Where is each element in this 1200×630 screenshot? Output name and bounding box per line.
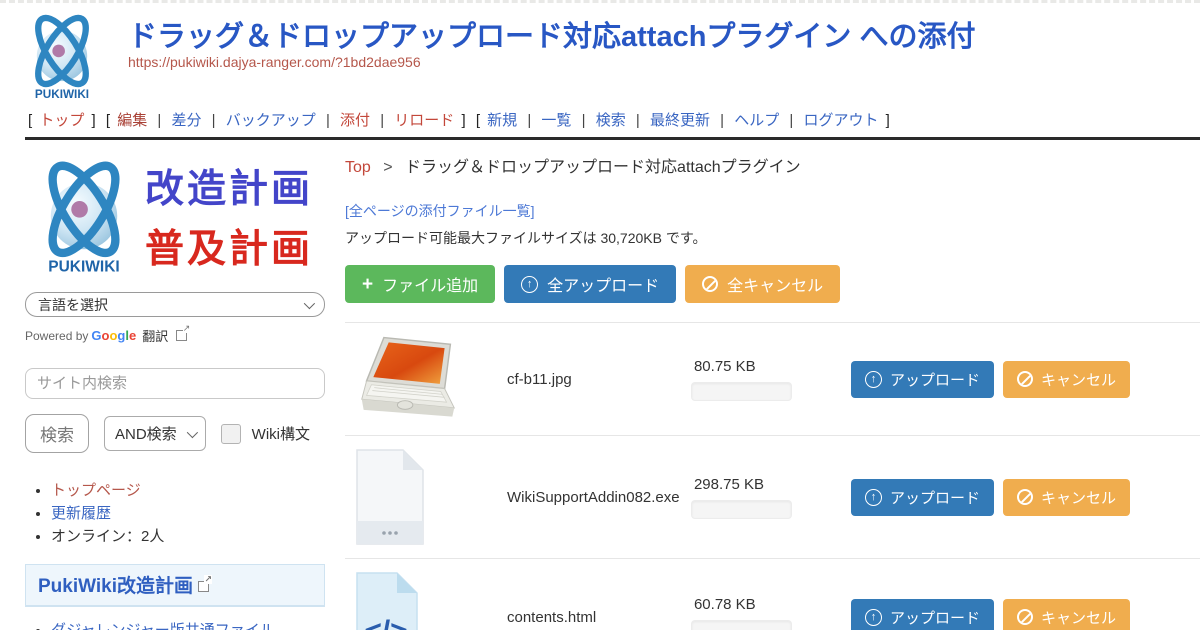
nav-edit[interactable]: 編集 xyxy=(117,112,147,129)
cancel-button[interactable]: キャンセル xyxy=(1003,599,1130,630)
chevron-down-icon xyxy=(304,297,315,308)
wiki-syntax-label: Wiki構文 xyxy=(252,423,310,444)
cancel-button[interactable]: キャンセル xyxy=(1003,361,1130,398)
language-select-value: 言語を選択 xyxy=(38,295,108,315)
ban-circle-icon xyxy=(1017,609,1033,625)
language-select[interactable]: 言語を選択 xyxy=(25,292,325,317)
site-search-input[interactable] xyxy=(25,368,325,399)
generic-file-icon xyxy=(355,448,425,546)
nav-logout[interactable]: ログアウト xyxy=(803,112,878,129)
upload-button[interactable]: アップロード xyxy=(851,599,994,630)
file-name: WikiSupportAddin082.exe xyxy=(505,489,691,506)
all-attachments-link[interactable]: [全ページの添付ファイル一覧] xyxy=(345,201,535,221)
breadcrumb-current-page: ドラッグ＆ドロップアップロード対応attachプラグイン xyxy=(405,159,801,176)
google-translate-attribution: Powered by Google 翻訳 xyxy=(25,326,331,345)
nav-list[interactable]: 一覧 xyxy=(541,112,571,129)
sidebar: 改造計画 普及計画 言語を選択 Powered by Google 翻訳 検索 … xyxy=(25,140,331,630)
nav-backup[interactable]: バックアップ xyxy=(226,112,316,129)
file-name: contents.html xyxy=(505,609,691,626)
ban-circle-icon xyxy=(702,276,718,292)
google-logo: Google xyxy=(91,328,136,343)
nav-help[interactable]: ヘルプ xyxy=(734,112,779,129)
pukiwiki-logo-icon[interactable] xyxy=(20,9,104,103)
html-code-file-icon: </> xyxy=(355,571,419,630)
upload-all-button[interactable]: 全アップロード xyxy=(504,265,676,303)
upload-circle-icon xyxy=(865,371,882,388)
upload-toolbar: ファイル追加 全アップロード 全キャンセル xyxy=(345,265,1200,303)
sidebar-banner[interactable]: 改造計画 普及計画 xyxy=(25,152,331,280)
file-size: 298.75 KB xyxy=(691,476,841,493)
ban-circle-icon xyxy=(1017,489,1033,505)
nav-search[interactable]: 検索 xyxy=(596,112,626,129)
laptop-photo-icon xyxy=(355,335,461,423)
search-mode-value: AND検索 xyxy=(115,423,177,444)
sidebar-section-title[interactable]: PukiWiki改造計画 xyxy=(25,564,325,607)
upload-progress-bar xyxy=(691,620,792,630)
file-row: WikiSupportAddin082.exe 298.75 KB アップロード… xyxy=(345,435,1200,558)
file-thumbnail xyxy=(355,448,505,546)
upload-progress-bar xyxy=(691,382,792,401)
header-text: ドラッグ＆ドロップアップロード対応attachプラグイン への添付 https:… xyxy=(128,9,975,72)
breadcrumb: Top > ドラッグ＆ドロップアップロード対応attachプラグイン xyxy=(345,153,1200,177)
nav-recent[interactable]: 最終更新 xyxy=(650,112,710,129)
ban-circle-icon xyxy=(1017,371,1033,387)
main-content: Top > ドラッグ＆ドロップアップロード対応attachプラグイン [全ページ… xyxy=(331,140,1200,630)
nav-diff[interactable]: 差分 xyxy=(171,112,201,129)
svg-text:</>: </> xyxy=(364,615,407,630)
page-title: ドラッグ＆ドロップアップロード対応attachプラグイン への添付 xyxy=(128,21,975,54)
banner-fukyu-text: 普及計画 xyxy=(145,218,313,274)
upload-progress-bar xyxy=(691,500,792,519)
wiki-syntax-checkbox[interactable] xyxy=(221,424,241,444)
sidebar-online-count: オンライン：2人 xyxy=(51,528,164,545)
cancel-button[interactable]: キャンセル xyxy=(1003,479,1130,516)
cancel-all-button[interactable]: 全キャンセル xyxy=(685,265,840,303)
file-size: 60.78 KB xyxy=(691,596,841,613)
sidebar-item-toppage[interactable]: トップページ xyxy=(51,482,141,499)
top-nav: [ トップ ] [ 編集 | 差分 | バックアップ | 添付 | リロード ]… xyxy=(0,103,1200,137)
nav-attach[interactable]: 添付 xyxy=(340,112,370,129)
upload-circle-icon xyxy=(521,276,538,293)
upload-circle-icon xyxy=(865,609,882,626)
external-link-icon xyxy=(198,581,209,592)
external-link-icon xyxy=(176,330,187,341)
chevron-down-icon xyxy=(186,426,197,437)
max-upload-size-text: アップロード可能最大ファイルサイズは 30,720KB です。 xyxy=(345,228,1200,248)
search-mode-select[interactable]: AND検索 xyxy=(104,416,206,451)
sidebar-item-common-files[interactable]: ダジャレンジャー版共通ファイル xyxy=(51,622,275,630)
sidebar-quick-links: トップページ 更新履歴 オンライン：2人 xyxy=(25,480,331,547)
page-url-link[interactable]: https://pukiwiki.dajya-ranger.com/?1bd2d… xyxy=(128,54,421,70)
search-button[interactable]: 検索 xyxy=(25,414,89,453)
page-header: ドラッグ＆ドロップアップロード対応attachプラグイン への添付 https:… xyxy=(0,3,1200,103)
file-name: cf-b11.jpg xyxy=(505,371,691,388)
sidebar-item-recent-changes[interactable]: 更新履歴 xyxy=(51,505,111,522)
upload-file-list: cf-b11.jpg 80.75 KB アップロード キャンセル xyxy=(345,322,1200,630)
file-row: </> contents.html 60.78 KB アップロード キャンセル xyxy=(345,558,1200,630)
file-size: 80.75 KB xyxy=(691,358,841,375)
sidebar-plugin-links: ダジャレンジャー版共通ファイル PukiWiki本体改造 PukiWikiテキス… xyxy=(25,620,331,630)
upload-button[interactable]: アップロード xyxy=(851,361,994,398)
upload-circle-icon xyxy=(865,489,882,506)
file-thumbnail xyxy=(355,335,505,423)
pukiwiki-banner-logo-icon xyxy=(25,154,143,278)
banner-kaizo-text: 改造計画 xyxy=(145,158,313,214)
add-file-button[interactable]: ファイル追加 xyxy=(345,265,495,303)
file-thumbnail: </> xyxy=(355,571,505,630)
nav-top[interactable]: トップ xyxy=(39,112,84,129)
breadcrumb-top-link[interactable]: Top xyxy=(345,159,371,176)
plus-icon xyxy=(362,275,373,294)
nav-reload[interactable]: リロード xyxy=(394,112,454,129)
nav-new[interactable]: 新規 xyxy=(487,112,517,129)
file-row: cf-b11.jpg 80.75 KB アップロード キャンセル xyxy=(345,322,1200,435)
upload-button[interactable]: アップロード xyxy=(851,479,994,516)
